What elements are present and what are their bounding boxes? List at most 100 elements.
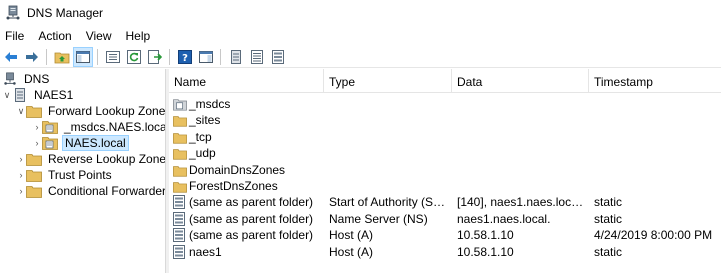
tree-item-reverse-lookup-zones[interactable]: › Reverse Lookup Zones: [16, 151, 166, 167]
cell-timestamp: [594, 129, 721, 145]
list-item-record[interactable]: naes1 Host (A) 10.58.1.10 static: [169, 244, 721, 260]
help-button[interactable]: ?: [175, 47, 195, 67]
server-icon: [12, 87, 28, 103]
zone-icon: [42, 119, 58, 135]
cell-data: [140], naes1.naes.local., h...: [457, 194, 589, 210]
list-item-record[interactable]: (same as parent folder) Host (A) 10.58.1.1…: [169, 227, 721, 243]
tree-item-msdcs-naes-local[interactable]: › _msdcs.NAES.local: [32, 119, 166, 135]
console-tree: DNS ∨ NAES1 ∨ Forward Lookup Zones › _ms…: [0, 69, 166, 273]
folder-icon: [173, 181, 187, 194]
cell-text: (same as parent folder): [189, 211, 314, 226]
cell-type: [329, 112, 452, 128]
chevron-right-icon[interactable]: ›: [32, 119, 42, 135]
chevron-down-icon[interactable]: ∨: [16, 103, 26, 119]
cell-text: _udp: [189, 146, 216, 161]
list-item-record[interactable]: (same as parent folder) Start of Authorit…: [169, 194, 721, 210]
cell-name: ForestDnsZones: [173, 178, 324, 194]
cell-data: [457, 112, 589, 128]
tree-item-naes1[interactable]: ∨ NAES1: [2, 87, 75, 103]
column-header-timestamp[interactable]: Timestamp: [589, 69, 721, 93]
cell-timestamp: [594, 178, 721, 194]
list-item-record[interactable]: (same as parent folder) Name Server (NS) n…: [169, 211, 721, 227]
folder-icon: [173, 165, 187, 178]
cell-text: 10.58.1.10: [457, 244, 514, 259]
tree-item-dns[interactable]: DNS: [2, 71, 51, 87]
show-hide-action-pane-button[interactable]: [196, 47, 216, 67]
list-item-folder[interactable]: DomainDnsZones: [169, 162, 721, 178]
zone-button[interactable]: [247, 47, 267, 67]
chevron-down-icon[interactable]: ∨: [2, 87, 12, 103]
list-item-folder[interactable]: _msdcs: [169, 96, 721, 112]
cell-timestamp: [594, 112, 721, 128]
list-header: Name Type Data Timestamp: [169, 69, 721, 93]
cell-type: [329, 178, 452, 194]
chevron-right-icon[interactable]: ›: [32, 135, 42, 151]
list-item-folder[interactable]: _sites: [169, 112, 721, 128]
tree-label: Forward Lookup Zones: [48, 104, 166, 118]
list-item-folder[interactable]: _udp: [169, 145, 721, 161]
cell-text: _tcp: [189, 129, 212, 144]
cell-timestamp: [594, 162, 721, 178]
cell-text: Name Server (NS): [329, 211, 428, 226]
tree-item-naes-local[interactable]: › NAES.local: [32, 135, 129, 151]
cell-type: Host (A): [329, 227, 452, 243]
tree-item-trust-points[interactable]: › Trust Points: [16, 167, 114, 183]
cell-data: [457, 96, 589, 112]
cell-data: 10.58.1.10: [457, 227, 589, 243]
back-button[interactable]: [1, 47, 21, 67]
cell-timestamp: static: [594, 211, 721, 227]
record-icon: [173, 228, 187, 243]
cell-data: [457, 145, 589, 161]
toolbar-separator: [97, 48, 98, 65]
cell-name: naes1: [173, 244, 324, 260]
tree-item-conditional-forwarders[interactable]: › Conditional Forwarders: [16, 183, 166, 199]
menu-help[interactable]: Help: [119, 26, 158, 46]
refresh-button[interactable]: [124, 47, 144, 67]
folder-icon: [26, 183, 42, 199]
list-item-folder[interactable]: ForestDnsZones: [169, 178, 721, 194]
cell-data: [457, 162, 589, 178]
server-button[interactable]: [226, 47, 246, 67]
chevron-right-icon[interactable]: ›: [16, 183, 26, 199]
tree-label: _msdcs.NAES.local: [64, 120, 166, 134]
export-list-button[interactable]: [145, 47, 165, 67]
zone-icon: [42, 135, 58, 151]
dns-icon: [2, 71, 18, 87]
tree-item-forward-lookup-zones[interactable]: ∨ Forward Lookup Zones: [16, 103, 166, 119]
tree-label: Reverse Lookup Zones: [48, 152, 166, 166]
column-header-type[interactable]: Type: [324, 69, 452, 93]
cell-type: Start of Authority (SOA): [329, 194, 452, 210]
cell-text: (same as parent folder): [189, 228, 314, 243]
cell-text: DomainDnsZones: [189, 162, 286, 177]
up-one-level-button[interactable]: [52, 47, 72, 67]
menu-action[interactable]: Action: [31, 26, 78, 46]
tree-label: Conditional Forwarders: [48, 184, 166, 198]
column-header-name[interactable]: Name: [169, 69, 324, 93]
cell-name: (same as parent folder): [173, 211, 324, 227]
cell-name: DomainDnsZones: [173, 162, 324, 178]
cell-name: _msdcs: [173, 96, 324, 112]
menu-view[interactable]: View: [79, 26, 119, 46]
properties-list-button[interactable]: [103, 47, 123, 67]
column-header-data[interactable]: Data: [452, 69, 589, 93]
cell-data: 10.58.1.10: [457, 244, 589, 260]
forward-button[interactable]: [22, 47, 42, 67]
back-arrow-icon: [5, 51, 17, 62]
cell-text: _msdcs: [189, 97, 231, 111]
console-tree-icon: [76, 50, 90, 63]
cell-data: [457, 178, 589, 194]
cell-type: Host (A): [329, 244, 452, 260]
show-hide-console-tree-button[interactable]: [73, 46, 93, 67]
cell-data: naes1.naes.local.: [457, 211, 589, 227]
cell-type: [329, 145, 452, 161]
dns-manager-app-icon: [5, 5, 21, 21]
cell-text: 10.58.1.10: [457, 228, 514, 243]
record-button[interactable]: [268, 47, 288, 67]
menu-file[interactable]: File: [0, 26, 31, 46]
cell-text: Host (A): [329, 228, 374, 243]
chevron-right-icon[interactable]: ›: [16, 151, 26, 167]
cell-type: [329, 96, 452, 112]
list-icon: [106, 50, 120, 63]
chevron-right-icon[interactable]: ›: [16, 167, 26, 183]
list-item-folder[interactable]: _tcp: [169, 129, 721, 145]
